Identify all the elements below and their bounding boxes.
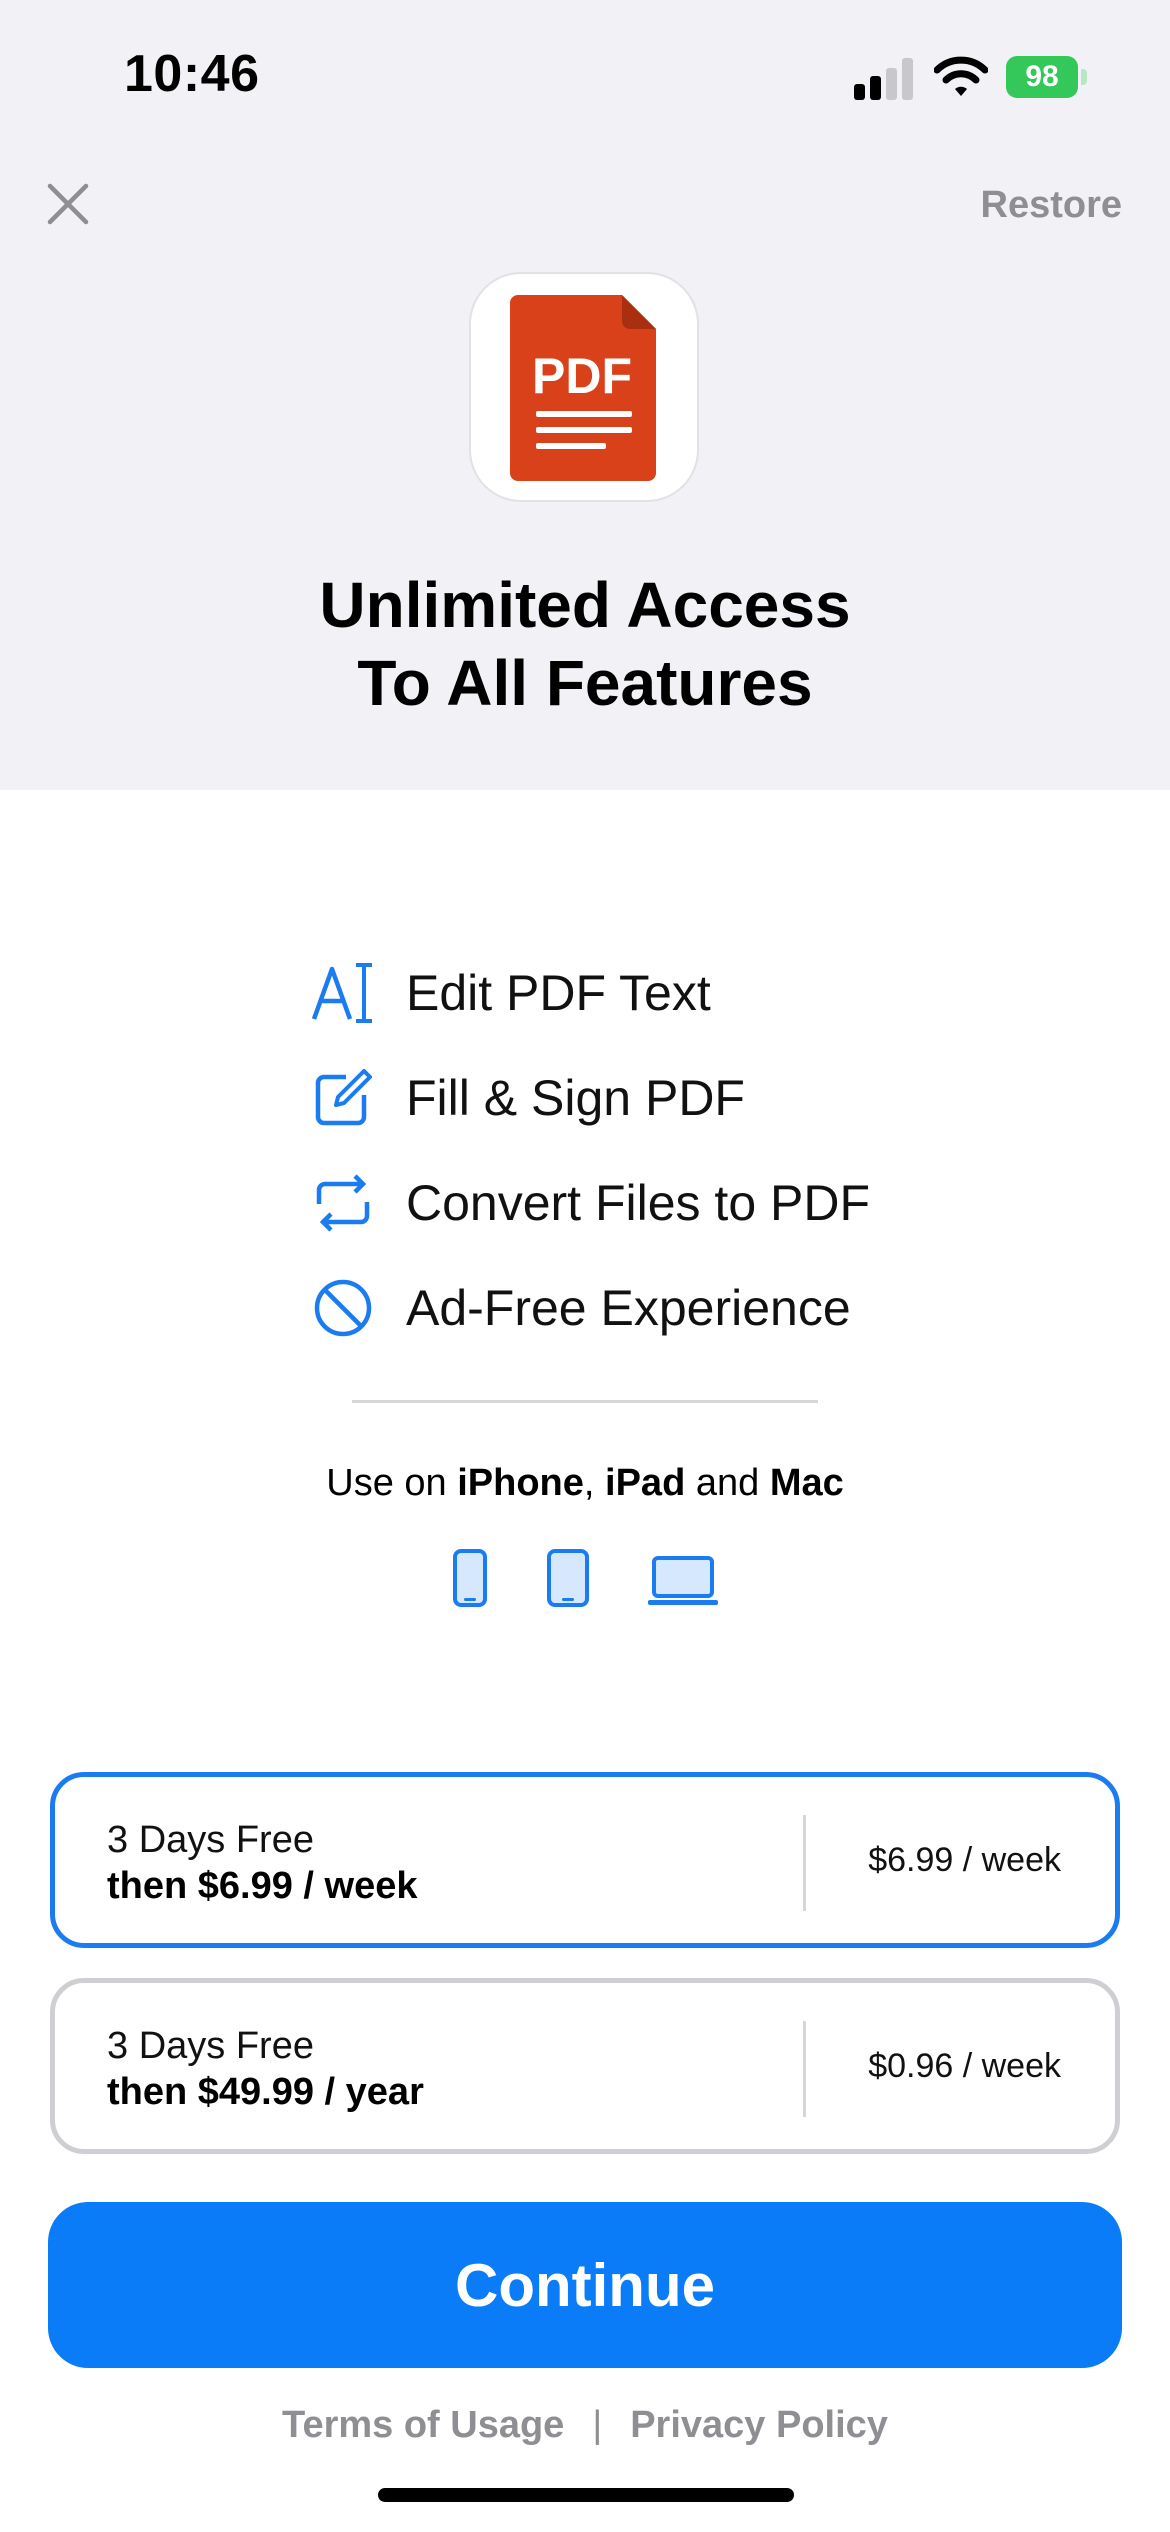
platform-ipad: iPad — [605, 1462, 686, 1504]
battery-level: 98 — [1006, 56, 1078, 98]
platform-mac: Mac — [769, 1462, 844, 1504]
plan-weekly-price: $0.96 / week — [868, 2047, 1061, 2085]
plan-yearly[interactable]: 3 Days Free then $49.99 / year $0.96 / w… — [50, 1978, 1120, 2154]
feature-item: Convert Files to PDF — [306, 1150, 926, 1255]
headline-line-2: To All Features — [357, 647, 813, 719]
close-button[interactable] — [40, 176, 96, 232]
feature-list: Edit PDF Text Fill & Sign PDF Convert Fi… — [306, 940, 926, 1360]
pdf-document-icon: PDF — [510, 295, 656, 481]
plan-weekly[interactable]: 3 Days Free then $6.99 / week $6.99 / we… — [50, 1772, 1120, 1948]
iphone-icon — [453, 1549, 487, 1607]
plan-trial: 3 Days Free — [107, 2025, 314, 2067]
divider — [352, 1400, 818, 1403]
platform-iphone: iPhone — [457, 1462, 584, 1504]
plan-divider — [803, 1815, 806, 1911]
device-icons — [0, 1548, 1170, 1610]
feature-item: Edit PDF Text — [306, 940, 926, 1045]
status-time: 10:46 — [124, 45, 260, 103]
text-cursor-icon — [306, 956, 380, 1030]
battery-icon: 98 — [1006, 56, 1088, 98]
feature-item: Ad-Free Experience — [306, 1255, 926, 1360]
app-icon-text: PDF — [532, 348, 632, 404]
cellular-signal-icon — [854, 58, 913, 100]
plan-divider — [803, 2021, 806, 2117]
terms-link[interactable]: Terms of Usage — [282, 2404, 564, 2446]
plan-weekly-price: $6.99 / week — [868, 1841, 1061, 1879]
feature-label: Ad-Free Experience — [406, 1279, 851, 1336]
no-ads-icon — [306, 1271, 380, 1345]
plan-then-price: then $6.99 / week — [107, 1865, 418, 1907]
home-indicator[interactable] — [378, 2488, 794, 2502]
plan-then-price: then $49.99 / year — [107, 2071, 424, 2113]
privacy-link[interactable]: Privacy Policy — [630, 2404, 888, 2446]
app-icon: PDF — [469, 272, 699, 502]
close-icon — [47, 183, 89, 225]
footer-separator: | — [592, 2404, 603, 2446]
headline-line-1: Unlimited Access — [319, 569, 851, 641]
restore-button[interactable]: Restore — [981, 184, 1123, 227]
footer-links: Terms of Usage | Privacy Policy — [0, 2404, 1170, 2447]
wifi-icon — [934, 56, 988, 96]
convert-arrows-icon — [306, 1166, 380, 1240]
mac-icon — [648, 1556, 718, 1605]
feature-item: Fill & Sign PDF — [306, 1045, 926, 1150]
feature-label: Convert Files to PDF — [406, 1174, 871, 1231]
continue-button[interactable]: Continue — [48, 2202, 1122, 2368]
feature-label: Edit PDF Text — [406, 964, 711, 1021]
feature-label: Fill & Sign PDF — [406, 1069, 745, 1126]
page-title: Unlimited Access To All Features — [0, 566, 1170, 722]
ipad-icon — [547, 1549, 589, 1607]
platforms-text: Use on iPhone, iPad and Mac — [326, 1462, 844, 1504]
plan-trial: 3 Days Free — [107, 1819, 314, 1861]
pencil-square-icon — [306, 1061, 380, 1135]
